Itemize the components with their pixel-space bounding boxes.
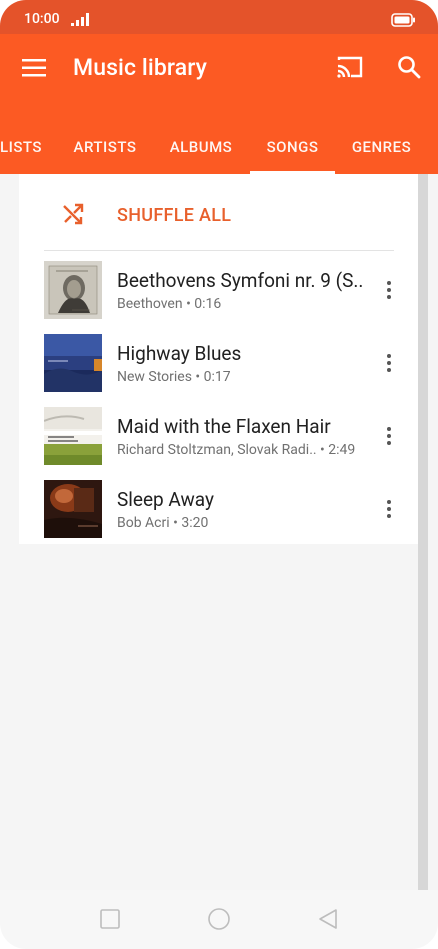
scrollbar[interactable] <box>418 174 428 890</box>
tab-artists[interactable]: ARTISTS <box>63 134 147 174</box>
song-title: Highway Blues <box>117 342 242 365</box>
song-subtitle: Richard Stoltzman, Slovak Radi.. • 2:49 <box>117 442 356 458</box>
shuffle-icon <box>63 203 84 225</box>
triangle-back-icon[interactable] <box>316 907 340 931</box>
circle-icon[interactable] <box>207 907 231 931</box>
shuffle-all-button[interactable]: SHUFFLE ALL <box>19 174 418 250</box>
tab-albums[interactable]: ALBUMS <box>160 134 242 174</box>
system-nav-bar <box>0 890 438 949</box>
album-cover-beethoven <box>44 261 102 319</box>
album-cover-sleep-away <box>44 480 102 538</box>
song-list-area[interactable]: SHUFFLE ALL Beethovens Symfoni nr. 9 (S.… <box>0 174 438 890</box>
square-icon[interactable] <box>98 907 122 931</box>
album-cover-highway-blues <box>44 334 102 392</box>
song-subtitle: New Stories • 0:17 <box>117 369 231 385</box>
song-row[interactable]: Highway Blues New Stories • 0:17 <box>19 324 418 397</box>
more-vert-icon[interactable] <box>383 353 395 373</box>
status-time: 10:00 <box>24 11 60 27</box>
status-bar: 10:00 <box>0 0 438 34</box>
song-title: Maid with the Flaxen Hair <box>117 415 331 438</box>
song-row[interactable]: Maid with the Flaxen Hair Richard Stoltz… <box>19 397 418 470</box>
tab-bar: LISTS ARTISTS ALBUMS SONGS GENRES <box>0 130 438 174</box>
cast-icon[interactable] <box>336 55 364 79</box>
more-vert-icon[interactable] <box>383 280 395 300</box>
battery-icon <box>391 13 415 27</box>
song-title: Beethovens Symfoni nr. 9 (S.. <box>117 269 364 292</box>
tab-lists[interactable]: LISTS <box>0 134 45 174</box>
song-title: Sleep Away <box>117 488 214 511</box>
song-row[interactable]: Beethovens Symfoni nr. 9 (S.. Beethoven … <box>19 251 418 324</box>
song-subtitle: Bob Acri • 3:20 <box>117 515 209 531</box>
shuffle-all-label: SHUFFLE ALL <box>117 205 232 226</box>
more-vert-icon[interactable] <box>383 426 395 446</box>
app-bar: Music library LISTS ARTISTS ALBUMS SONGS… <box>0 34 438 174</box>
song-row[interactable]: Sleep Away Bob Acri • 3:20 <box>19 470 418 543</box>
songs-card: SHUFFLE ALL Beethovens Symfoni nr. 9 (S.… <box>19 174 418 544</box>
search-icon[interactable] <box>397 55 421 79</box>
phone-screen: 10:00 Music library LISTS ARTISTS ALBUMS… <box>0 0 438 949</box>
tab-genres[interactable]: GENRES <box>343 134 420 174</box>
page-title: Music library <box>73 54 207 81</box>
album-cover-stoltzman <box>44 407 102 465</box>
more-vert-icon[interactable] <box>383 499 395 519</box>
signal-icon <box>71 13 89 26</box>
menu-icon[interactable] <box>22 56 46 80</box>
song-subtitle: Beethoven • 0:16 <box>117 296 222 312</box>
tab-songs[interactable]: SONGS <box>250 134 335 174</box>
